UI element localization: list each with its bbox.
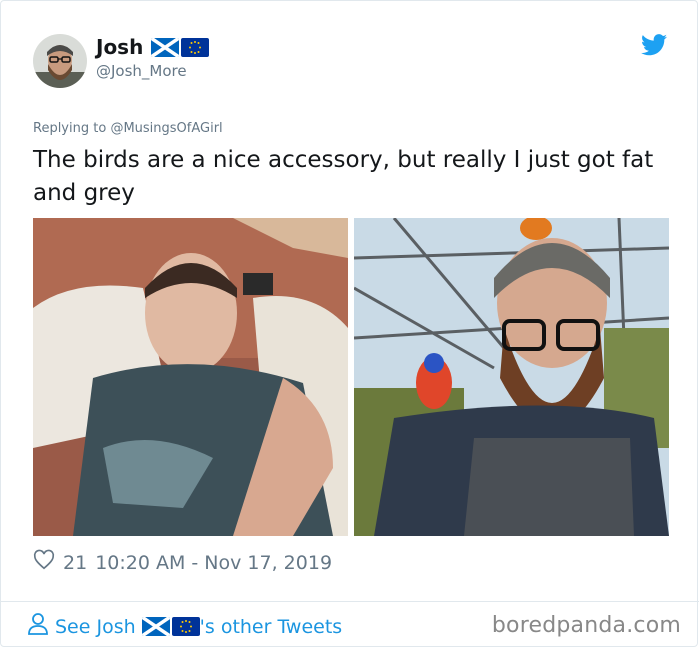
author-flags: [151, 37, 210, 57]
see-other-tweets-prefix: See Josh: [55, 615, 136, 638]
replying-to: Replying to @MusingsOfAGirl: [33, 121, 223, 136]
like-count[interactable]: 21: [63, 552, 87, 574]
footer-flags: [141, 617, 200, 636]
scotland-flag-icon: [141, 617, 170, 636]
eu-flag-icon: [181, 37, 210, 57]
tweet-photo-before[interactable]: [33, 218, 348, 536]
tweet-timestamp[interactable]: 10:20 AM - Nov 17, 2019: [95, 552, 332, 574]
twitter-bird-icon[interactable]: [641, 34, 667, 56]
replying-to-handle[interactable]: @MusingsOfAGirl: [110, 121, 222, 136]
see-other-tweets-link[interactable]: See Josh 's other Tweets: [27, 612, 342, 641]
like-heart-icon[interactable]: [33, 549, 55, 576]
eu-flag-icon: [171, 617, 200, 636]
author-name-row[interactable]: Josh: [96, 35, 210, 59]
author-handle[interactable]: @Josh_More: [96, 62, 187, 80]
see-other-tweets-suffix: 's other Tweets: [199, 615, 343, 638]
tweet-photo-after[interactable]: [354, 218, 669, 536]
tweet-meta: 21 10:20 AM - Nov 17, 2019: [33, 549, 332, 576]
person-icon: [27, 612, 49, 641]
tweet-card: Josh @Josh_More Replying to @MusingsOfAG…: [0, 0, 699, 647]
author-display-name[interactable]: Josh: [96, 35, 143, 59]
replying-to-prefix: Replying to: [33, 121, 111, 136]
scotland-flag-icon: [151, 37, 180, 57]
tweet-text: The birds are a nice accessory, but real…: [33, 147, 654, 206]
footer-divider: [1, 601, 699, 602]
avatar[interactable]: [33, 34, 87, 88]
boredpanda-watermark: boredpanda.com: [491, 613, 681, 638]
